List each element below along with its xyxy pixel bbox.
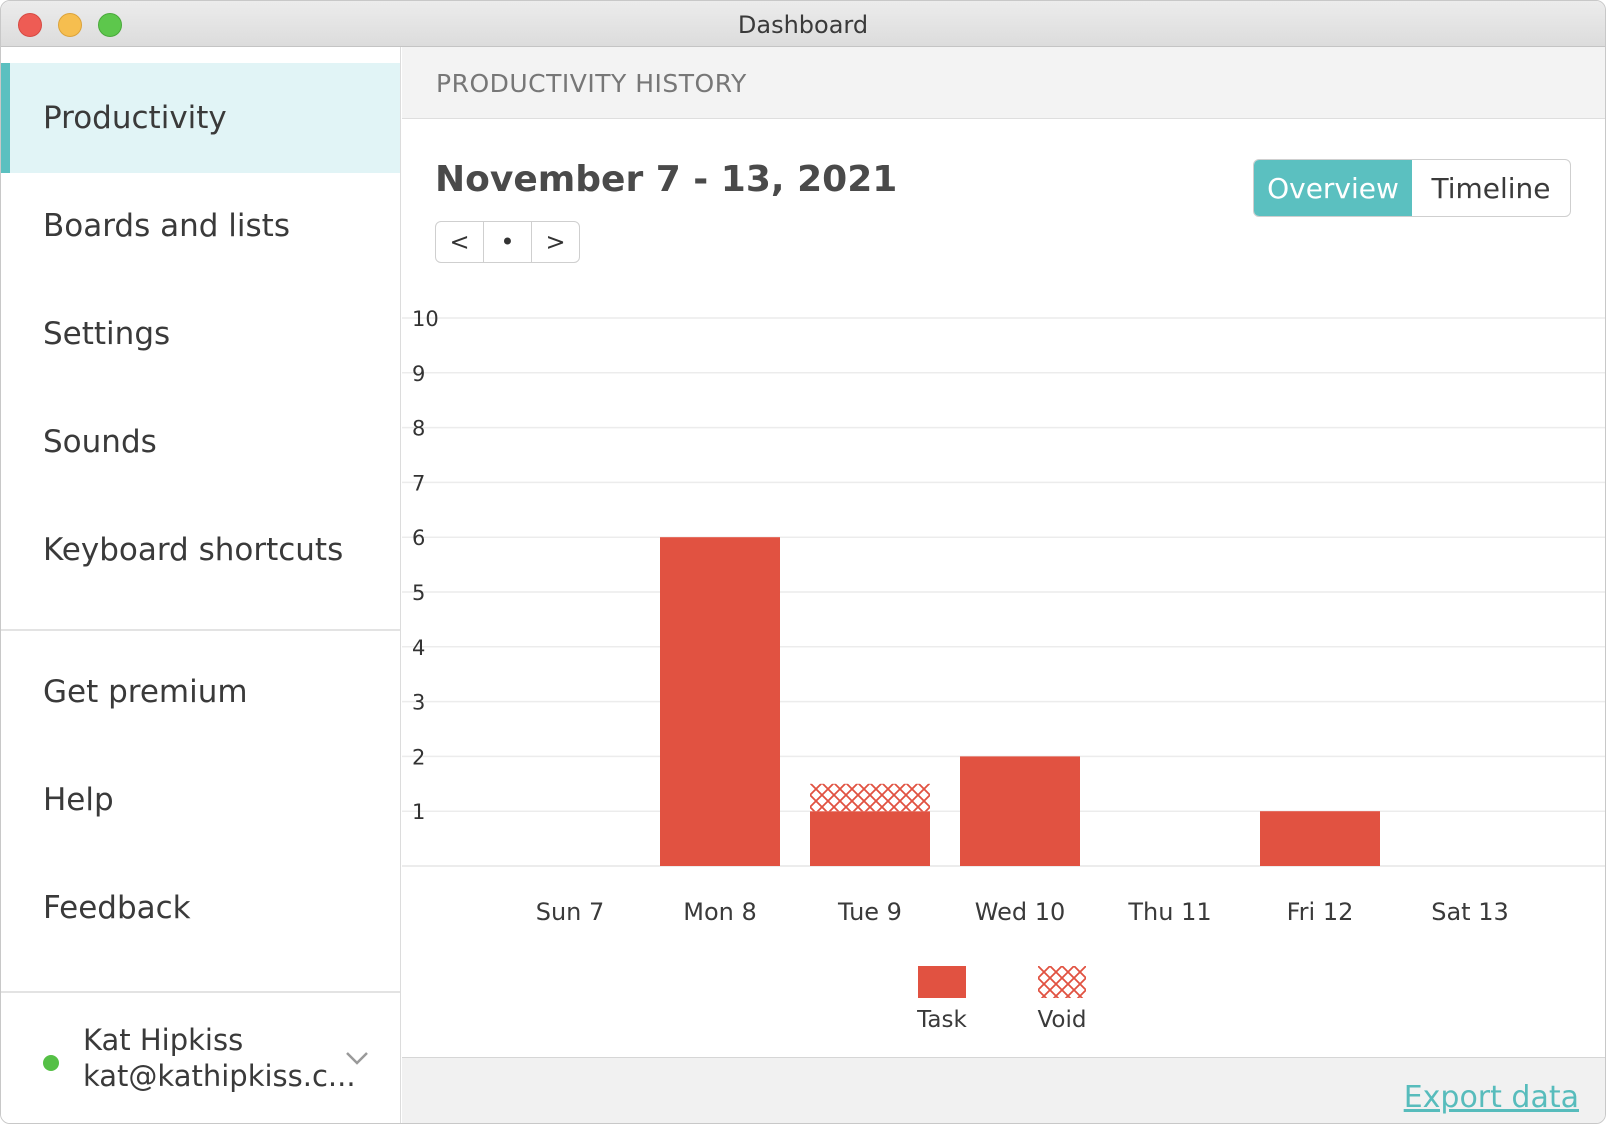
x-tick-label: Sun 7	[536, 898, 605, 926]
week-pager: < • >	[435, 221, 580, 263]
sidebar-item-label: Keyboard shortcuts	[43, 532, 344, 568]
sidebar-item-sounds[interactable]: Sounds	[1, 387, 400, 497]
x-tick-label: Wed 10	[975, 898, 1066, 926]
export-data-link[interactable]: Export data	[1404, 1080, 1579, 1115]
bar-task	[660, 537, 780, 866]
sidebar-item-label: Sounds	[43, 424, 157, 460]
sidebar-item-label: Help	[43, 782, 114, 818]
y-tick-label: 6	[412, 526, 425, 550]
legend-task-label: Task	[917, 1007, 967, 1033]
app-window: Dashboard Productivity Boards and lists …	[0, 0, 1606, 1124]
y-tick-label: 9	[412, 362, 425, 386]
bar-task	[1260, 811, 1380, 866]
sidebar-item-boards-and-lists[interactable]: Boards and lists	[1, 171, 400, 281]
section-title: PRODUCTIVITY HISTORY	[436, 69, 747, 98]
date-range-title: November 7 - 13, 2021	[435, 159, 898, 200]
y-tick-label: 1	[412, 800, 425, 824]
view-toggle: Overview Timeline	[1253, 159, 1571, 217]
footer-bar: Export data	[402, 1057, 1605, 1123]
sidebar-divider	[1, 629, 400, 631]
sidebar-item-get-premium[interactable]: Get premium	[1, 637, 400, 747]
x-tick-label: Mon 8	[683, 898, 757, 926]
user-name: Kat Hipkiss	[83, 1023, 244, 1057]
section-header: PRODUCTIVITY HISTORY	[402, 47, 1605, 119]
sidebar-item-label: Productivity	[43, 100, 227, 136]
chevron-down-icon[interactable]	[344, 1045, 370, 1071]
current-week-button[interactable]: •	[484, 222, 532, 262]
previous-week-button[interactable]: <	[436, 222, 484, 262]
bar-void	[810, 783, 930, 812]
legend-void-label: Void	[1037, 1007, 1087, 1033]
x-tick-label: Fri 12	[1287, 898, 1354, 926]
bar-task	[960, 756, 1080, 866]
tab-overview[interactable]: Overview	[1254, 160, 1412, 216]
next-week-button[interactable]: >	[532, 222, 579, 262]
sidebar-item-label: Get premium	[43, 674, 248, 710]
y-tick-label: 7	[412, 471, 425, 495]
sidebar-item-productivity[interactable]: Productivity	[1, 63, 400, 173]
tab-timeline[interactable]: Timeline	[1412, 160, 1570, 216]
sidebar-item-label: Feedback	[43, 890, 191, 926]
online-status-dot	[43, 1055, 59, 1071]
x-tick-label: Thu 11	[1127, 898, 1211, 926]
sidebar-item-keyboard-shortcuts[interactable]: Keyboard shortcuts	[1, 495, 400, 605]
legend-void-swatch	[1038, 966, 1086, 998]
y-tick-label: 3	[412, 691, 425, 715]
title-bar: Dashboard	[1, 1, 1605, 47]
y-tick-label: 5	[412, 581, 425, 605]
sidebar-item-help[interactable]: Help	[1, 745, 400, 855]
sidebar-item-settings[interactable]: Settings	[1, 279, 400, 389]
x-tick-label: Sat 13	[1431, 898, 1509, 926]
bar-task	[810, 811, 930, 866]
productivity-bar-chart: 1 2 3 4 5 6 7 8 9 10 Sun 7 Mon 8 Tue 9 Wed 10 Thu 11 Fr…	[402, 307, 1605, 926]
legend-task-swatch	[918, 966, 966, 998]
y-tick-label: 2	[412, 745, 425, 769]
sidebar-item-label: Settings	[43, 316, 171, 352]
y-tick-label: 4	[412, 636, 425, 660]
y-tick-label: 8	[412, 417, 425, 441]
sidebar-item-label: Boards and lists	[43, 208, 290, 244]
user-email: kat@kathipkiss.c...	[83, 1059, 356, 1093]
y-tick-label: 10	[412, 307, 439, 331]
x-tick-label: Tue 9	[837, 898, 902, 926]
window-title: Dashboard	[737, 11, 869, 39]
